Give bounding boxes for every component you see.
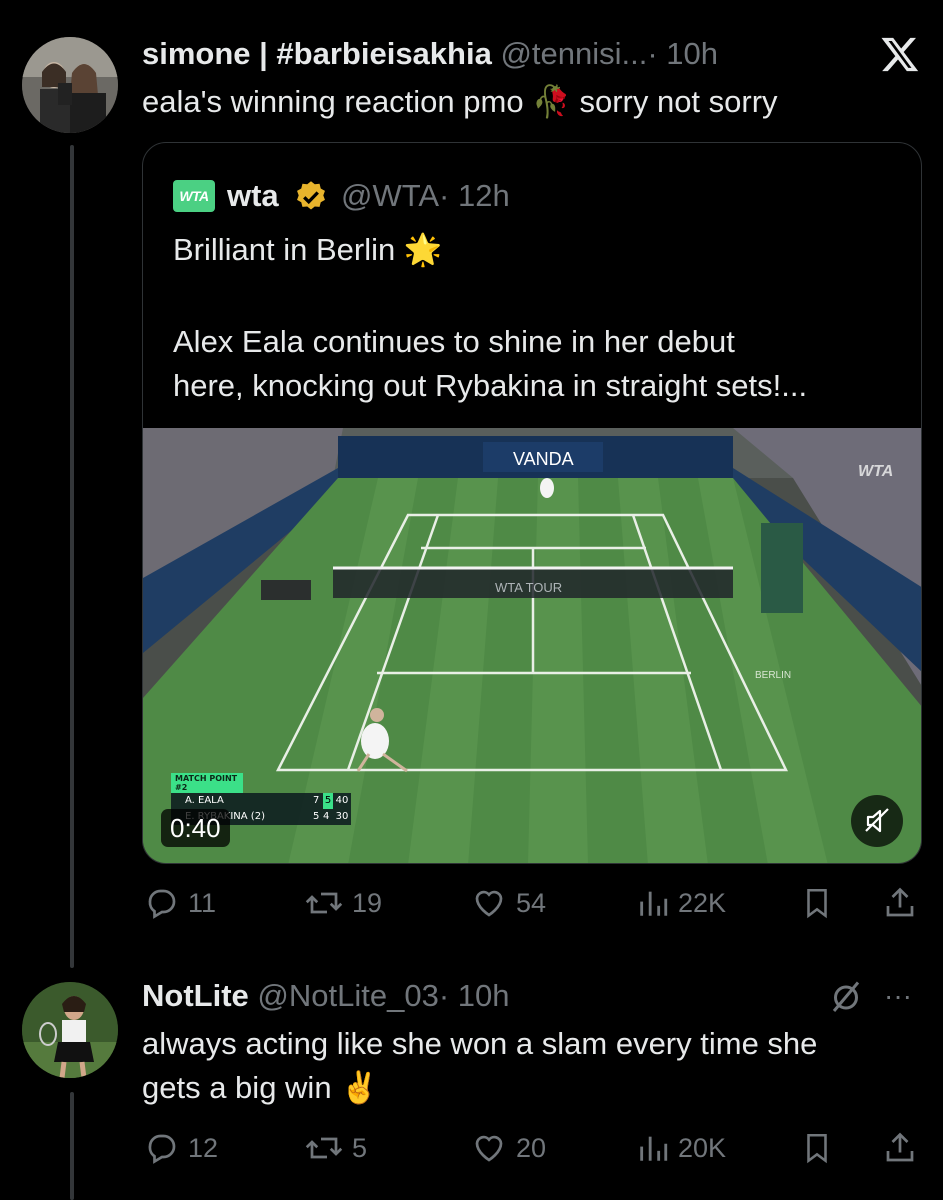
avatar[interactable] [22, 982, 118, 1078]
tweet-text-line-1: always acting like she won a slam every … [142, 1026, 818, 1061]
tweet-text-main: eala's winning reaction pmo [142, 84, 524, 119]
handle[interactable]: @NotLite_03 [257, 978, 438, 1013]
share-button[interactable] [882, 885, 918, 921]
quoted-tweet-card[interactable]: WTA wta @WTA· 12h Brilliant in Berlin 🌟 … [142, 142, 922, 864]
timestamp[interactable]: · 10h [647, 36, 718, 71]
point-score: 40 [335, 795, 349, 806]
thread-line-top [70, 145, 74, 968]
timestamp[interactable]: · 10h [439, 978, 510, 1013]
bookmark-icon [807, 1133, 827, 1164]
thread-line-bottom [70, 1092, 74, 1200]
like-count: 20 [516, 1132, 547, 1163]
point-score: 30 [335, 811, 349, 822]
video-duration: 0:40 [161, 809, 230, 847]
quoted-line-3: here, knocking out Rybakina in straight … [173, 368, 808, 403]
tweet-text-line-2: gets a big win [142, 1070, 332, 1105]
views-button[interactable]: 22K [636, 885, 726, 921]
set-score: 5 [323, 793, 333, 809]
set-score: 5 [313, 811, 320, 822]
tweet-header: simone | #barbieisakhia @tennisi...· 10h [142, 36, 718, 72]
reply-button[interactable]: 12 [144, 1130, 218, 1166]
like-button[interactable]: 20 [470, 1130, 546, 1166]
quoted-meta: @WTA· 12h [341, 178, 510, 214]
views-count: 20K [678, 1132, 727, 1163]
display-name[interactable]: simone | #barbieisakhia [142, 36, 492, 71]
more-options-icon[interactable]: ··· [884, 978, 912, 1014]
quoted-display-name[interactable]: wta [227, 178, 279, 213]
heart-icon [475, 1135, 503, 1162]
x-logo-icon[interactable] [880, 34, 920, 74]
court-label-text: BERLIN [755, 670, 791, 681]
quoted-line-2: Alex Eala continues to shine in her debu… [173, 324, 735, 359]
repost-icon [305, 892, 343, 914]
bookmark-icon [807, 888, 827, 919]
like-button[interactable]: 54 [470, 885, 546, 921]
glowing-star-emoji: 🌟 [403, 232, 443, 267]
mute-button[interactable] [851, 795, 903, 847]
share-icon [886, 887, 914, 917]
quoted-handle[interactable]: @WTA [341, 178, 439, 213]
net-brand-text: WTA TOUR [495, 580, 562, 595]
player-name: A. EALA [185, 795, 224, 806]
tweet-header: NotLite @NotLite_03· 10h [142, 978, 509, 1014]
verified-badge-icon [297, 181, 325, 210]
views-chart-icon [640, 891, 668, 916]
handle[interactable]: @tennisi... [500, 36, 647, 71]
bookmark-button[interactable] [800, 885, 834, 921]
views-count: 22K [678, 887, 727, 918]
repost-count: 19 [352, 887, 383, 918]
avatar-photo-icon [22, 37, 118, 133]
reply-icon [148, 1134, 176, 1164]
tweet-text: always acting like she won a slam every … [142, 1022, 922, 1110]
views-chart-icon [640, 1136, 668, 1161]
reply-button[interactable]: 11 [144, 885, 216, 921]
victory-hand-emoji: ✌️ [340, 1070, 379, 1105]
repost-button[interactable]: 19 [304, 885, 382, 921]
avatar[interactable] [22, 37, 118, 133]
like-count: 54 [516, 887, 547, 918]
quoted-line-1: Brilliant in Berlin [173, 232, 396, 267]
share-button[interactable] [882, 1130, 918, 1166]
reply-icon [148, 889, 176, 919]
views-button[interactable]: 20K [636, 1130, 726, 1166]
set-score: 7 [313, 795, 320, 806]
wta-logo-icon: WTA [173, 180, 215, 212]
video-watermark: WTA [858, 463, 893, 480]
video-player[interactable]: VANDA WTA TOUR BERLIN WTA MATCH POINT #2… [143, 428, 921, 863]
speaker-muted-icon [865, 808, 889, 833]
wilted-flower-emoji: 🥀 [532, 84, 571, 119]
set-score: 4 [323, 811, 330, 822]
avatar-photo-icon [22, 982, 118, 1078]
quoted-timestamp[interactable]: · 12h [439, 178, 510, 213]
grok-icon[interactable] [828, 978, 864, 1014]
scoreboard-title: MATCH POINT #2 [171, 773, 243, 793]
repost-icon [305, 1137, 343, 1159]
repost-button[interactable]: 5 [304, 1130, 367, 1166]
tweet-text: eala's winning reaction pmo 🥀 sorry not … [142, 80, 778, 124]
bookmark-button[interactable] [800, 1130, 834, 1166]
share-icon [886, 1132, 914, 1162]
heart-icon [475, 890, 503, 917]
tweet-text-tail: sorry not sorry [579, 84, 778, 119]
sponsor-board-text: VANDA [513, 449, 574, 469]
reply-count: 11 [188, 887, 217, 918]
display-name[interactable]: NotLite [142, 978, 249, 1013]
repost-count: 5 [352, 1132, 368, 1163]
score-row: A. EALA 7 5 40 [171, 793, 351, 809]
quoted-text: Brilliant in Berlin 🌟 Alex Eala continue… [173, 228, 913, 408]
reply-count: 12 [188, 1132, 219, 1163]
quoted-header: wta [227, 178, 279, 214]
